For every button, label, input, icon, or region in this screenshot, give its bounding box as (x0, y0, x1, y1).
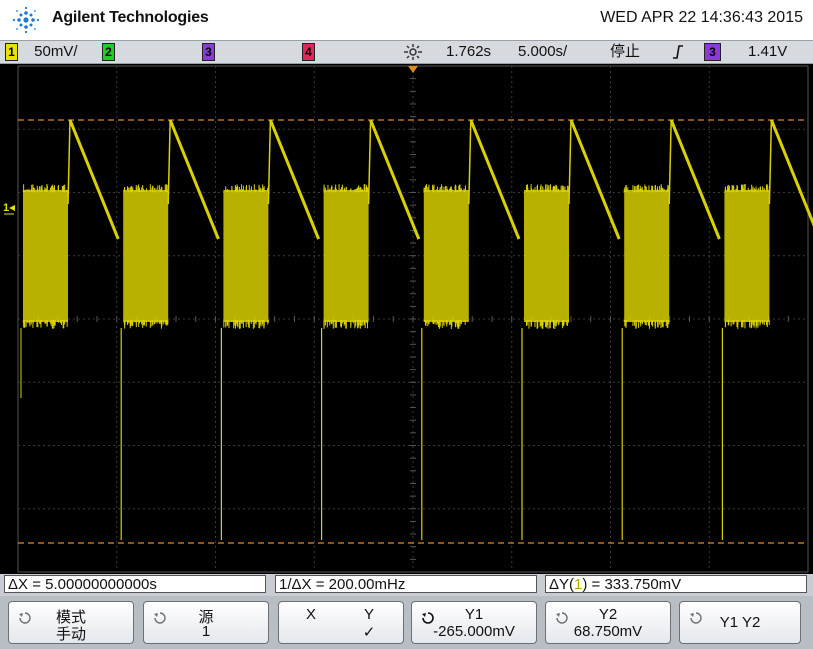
measurement-bar: ΔX = 5.00000000000s 1/ΔX = 200.00mHz ΔY(… (0, 574, 813, 596)
run-state: 停止 (610, 43, 640, 61)
waveform-svg: 1 (0, 64, 813, 574)
status-bar: 1 50mV/ 2 3 4 1.762s 5.000s/ 停止 3 1.41V (0, 40, 813, 64)
delta-x-readout: ΔX = 5.00000000000s (4, 575, 266, 593)
channel-1-trace (21, 120, 813, 540)
y1-cursor-title: Y1 (412, 606, 536, 623)
ground-marker-label: 1 (3, 202, 9, 214)
channel-2-indicator[interactable]: 2 (102, 43, 115, 61)
y1-cursor-value: -265.000mV (412, 623, 536, 640)
delta-y-readout: ΔY(1) = 333.750mV (545, 575, 807, 593)
channel-4-badge: 4 (302, 43, 315, 61)
xy-cursor-softkey[interactable]: X Y ✓ (278, 601, 404, 644)
source-softkey-value: 1 (144, 623, 268, 640)
y1-y2-label: Y1 Y2 (680, 614, 800, 631)
softkey-bar: 模式 手动 源 1 X Y ✓ Y1 -265.000mV Y2 68.750m… (0, 596, 813, 649)
delta-y-prefix: ΔY( (549, 576, 574, 593)
brand-name: Agilent Technologies (52, 9, 209, 27)
channel-1-scale: 50mV/ (34, 43, 77, 60)
channel-3-badge: 3 (202, 43, 215, 61)
y2-cursor-value: 68.750mV (546, 623, 670, 640)
mode-softkey[interactable]: 模式 手动 (8, 601, 134, 644)
y1-cursor-softkey[interactable]: Y1 -265.000mV (411, 601, 537, 644)
waveform-display[interactable]: 1 (0, 64, 813, 574)
trigger-time-marker-icon (408, 66, 418, 73)
agilent-spark-logo-icon (10, 5, 42, 35)
y1-y2-softkey[interactable]: Y1 Y2 (679, 601, 801, 644)
trigger-source[interactable]: 3 (704, 43, 721, 61)
time-scale: 5.000s/ (518, 43, 567, 61)
trigger-source-badge: 3 (704, 43, 721, 61)
datetime: WED APR 22 14:36:43 2015 (600, 9, 803, 27)
trigger-position-icon (402, 43, 424, 61)
channel-1-badge: 1 (5, 43, 18, 61)
trigger-level: 1.41V (748, 43, 787, 61)
mode-softkey-value: 手动 (9, 623, 133, 644)
channel-1-indicator[interactable]: 1 50mV/ (5, 43, 78, 61)
inverse-delta-x-readout: 1/ΔX = 200.00mHz (275, 575, 537, 593)
ground-marker[interactable]: 1 (1, 199, 15, 214)
channel-3-indicator[interactable]: 3 (202, 43, 215, 61)
header-bar: Agilent Technologies WED APR 22 14:36:43… (0, 0, 813, 40)
y2-cursor-softkey[interactable]: Y2 68.750mV (545, 601, 671, 644)
delta-y-suffix: ) = 333.750mV (582, 576, 681, 593)
channel-4-indicator[interactable]: 4 (302, 43, 315, 61)
time-delay: 1.762s (446, 43, 491, 61)
trigger-slope-icon (672, 43, 684, 61)
y2-cursor-title: Y2 (546, 606, 670, 623)
channel-2-badge: 2 (102, 43, 115, 61)
